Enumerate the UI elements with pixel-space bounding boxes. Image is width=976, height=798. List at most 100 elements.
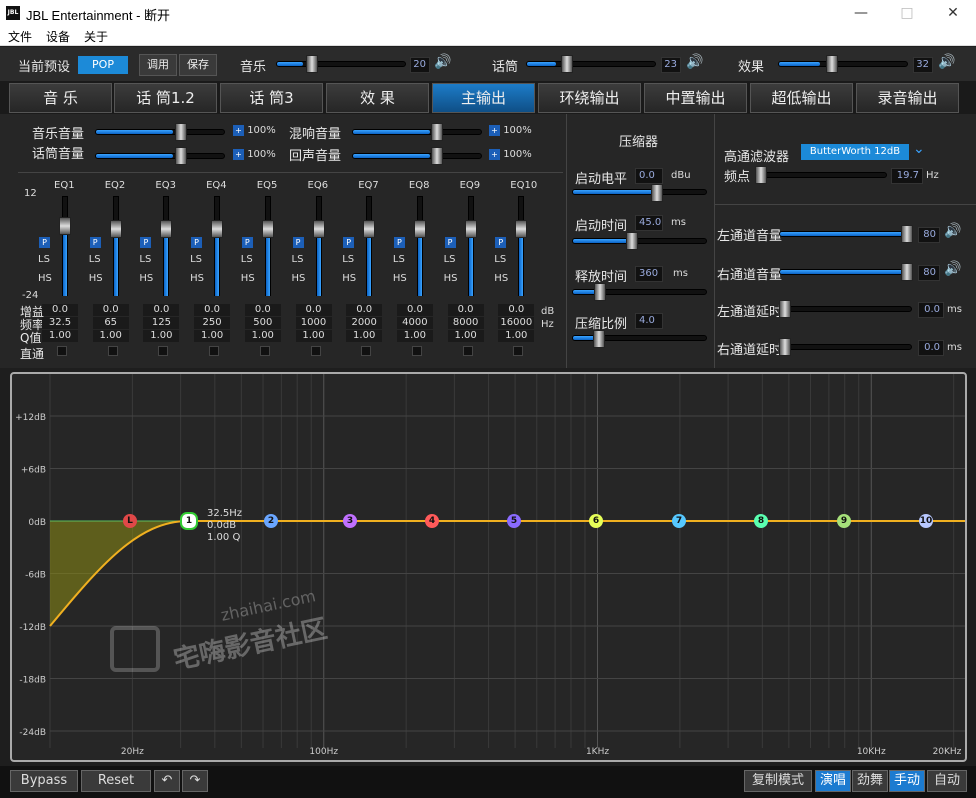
mic-speaker-icon[interactable]: 🔊 (686, 54, 703, 70)
eq-band-direct-checkbox[interactable] (361, 346, 372, 356)
eq-band-gain[interactable]: 0.0 (295, 304, 332, 316)
eq-band-gain[interactable]: 0.0 (346, 304, 383, 316)
left-volume-slider[interactable] (779, 231, 912, 237)
eq-band-ls-button[interactable]: LS (393, 254, 405, 265)
eq-band-direct-checkbox[interactable] (209, 346, 220, 356)
eq-band-hs-button[interactable]: HS (190, 273, 204, 284)
eq-band-freq[interactable]: 32.5 (42, 317, 78, 329)
eq-band-hs-button[interactable]: HS (393, 273, 407, 284)
eq-band-gain[interactable]: 0.0 (447, 304, 484, 316)
eq-band-ls-button[interactable]: LS (494, 254, 506, 265)
eq-band-peak-button[interactable]: P (393, 237, 405, 248)
eq-band-q[interactable]: 1.00 (295, 330, 332, 342)
highpass-freq-knob[interactable] (755, 166, 767, 184)
left-speaker-icon[interactable]: 🔊 (944, 223, 961, 239)
copy-mode-button[interactable]: 复制模式 (744, 770, 812, 792)
bypass-button[interactable]: Bypass (10, 770, 78, 792)
eq-node[interactable]: 6 (589, 514, 603, 528)
eq-band-gain[interactable]: 0.0 (143, 304, 180, 316)
attack-value[interactable]: 45.0 (635, 215, 663, 231)
eq-band-knob[interactable] (413, 220, 426, 238)
eq-band-peak-button[interactable]: P (292, 237, 304, 248)
eq-band-ls-button[interactable]: LS (190, 254, 202, 265)
music-speaker-icon[interactable]: 🔊 (434, 54, 451, 70)
eq-band-peak-button[interactable]: P (241, 237, 253, 248)
tab-4[interactable]: 主输出 (432, 83, 535, 113)
mode-button-2[interactable]: 手动 (889, 770, 925, 792)
eq-band-knob[interactable] (109, 220, 122, 238)
eq-band-direct-checkbox[interactable] (310, 346, 321, 356)
eq-band-freq[interactable]: 500 (244, 317, 281, 329)
eq-band-peak-button[interactable]: P (39, 237, 50, 248)
eq-band-knob[interactable] (160, 220, 173, 238)
eq-band-gain[interactable]: 0.0 (92, 304, 129, 316)
eq-band-peak-button[interactable]: P (444, 237, 456, 248)
eq-node[interactable]: 8 (754, 514, 768, 528)
tab-0[interactable]: 音 乐 (9, 83, 112, 113)
eq-band-hs-button[interactable]: HS (38, 273, 52, 284)
eq-band-peak-button[interactable]: P (89, 237, 101, 248)
eq-band-direct-checkbox[interactable] (57, 346, 67, 356)
eq-band-ls-button[interactable]: LS (38, 254, 50, 265)
mic-volume-knob[interactable] (175, 147, 187, 165)
eq-node[interactable]: 2 (264, 514, 278, 528)
minimize-button[interactable]: — (838, 2, 884, 24)
eq-band-hs-button[interactable]: HS (292, 273, 306, 284)
eq-band-knob[interactable] (261, 220, 274, 238)
close-button[interactable]: ✕ (930, 2, 976, 24)
attack-slider[interactable] (572, 238, 707, 244)
release-value[interactable]: 360 (635, 266, 663, 282)
eq-curve-graph[interactable]: +12dB +6dB 0dB -6dB -12dB -18dB -24dB 20Hz 100H… (10, 372, 967, 762)
echo-volume-slider[interactable] (352, 153, 482, 159)
menu-file[interactable]: 文件 (8, 28, 32, 45)
eq-band-hs-button[interactable]: HS (89, 273, 103, 284)
mic-volume-slider[interactable] (95, 153, 225, 159)
eq-band-knob[interactable] (363, 220, 376, 238)
release-slider[interactable] (572, 289, 707, 295)
eq-band-knob[interactable] (59, 217, 71, 235)
eq-band-q[interactable]: 1.00 (447, 330, 484, 342)
right-speaker-icon[interactable]: 🔊 (944, 261, 961, 277)
eq-curve-canvas[interactable]: +12dB +6dB 0dB -6dB -12dB -18dB -24dB 20Hz 100H… (12, 374, 965, 760)
eq-band-freq[interactable]: 250 (194, 317, 231, 329)
eq-band-hs-button[interactable]: HS (444, 273, 458, 284)
tab-3[interactable]: 效 果 (326, 83, 429, 113)
eq-node[interactable]: 7 (672, 514, 686, 528)
eq-band-peak-button[interactable]: P (495, 237, 507, 248)
eq-band-ls-button[interactable]: LS (342, 254, 354, 265)
left-delay-slider[interactable] (779, 306, 912, 312)
eq-band-q[interactable]: 1.00 (396, 330, 433, 342)
right-volume-slider[interactable] (779, 269, 912, 275)
eq-band-q[interactable]: 1.00 (498, 330, 535, 342)
eq-band-gain[interactable]: 0.0 (42, 304, 78, 316)
eq-band-gain[interactable]: 0.0 (396, 304, 433, 316)
eq-node[interactable]: L (123, 514, 137, 528)
reset-button[interactable]: Reset (81, 770, 151, 792)
ratio-value[interactable]: 4.0 (635, 313, 663, 329)
eq-band-gain[interactable]: 0.0 (498, 304, 535, 316)
eq-band-hs-button[interactable]: HS (241, 273, 255, 284)
eq-band-freq[interactable]: 4000 (396, 317, 433, 329)
eq-band-ls-button[interactable]: LS (292, 254, 304, 265)
eq-band-freq[interactable]: 2000 (346, 317, 383, 329)
preset-value[interactable]: POP (78, 56, 128, 74)
tab-6[interactable]: 中置输出 (644, 83, 747, 113)
recall-button[interactable]: 调用 (139, 54, 177, 76)
eq-node[interactable]: 3 (343, 514, 357, 528)
eq-band-knob[interactable] (464, 220, 477, 238)
release-knob[interactable] (594, 283, 606, 301)
highpass-type-select[interactable]: ButterWorth 12dB (801, 144, 909, 160)
eq-band-direct-checkbox[interactable] (259, 346, 270, 356)
eq-band-knob[interactable] (211, 220, 224, 238)
menu-about[interactable]: 关于 (84, 28, 108, 45)
left-delay-knob[interactable] (779, 300, 791, 318)
eq-band-q[interactable]: 1.00 (244, 330, 281, 342)
tab-2[interactable]: 话 筒3 (220, 83, 323, 113)
mode-button-3[interactable]: 自动 (927, 770, 967, 792)
music-level-knob[interactable] (306, 55, 318, 73)
eq-band-q[interactable]: 1.00 (42, 330, 78, 342)
mode-button-1[interactable]: 劲舞 (852, 770, 888, 792)
mic-level-knob[interactable] (561, 55, 573, 73)
eq-band-direct-checkbox[interactable] (411, 346, 422, 356)
eq-band-q[interactable]: 1.00 (92, 330, 129, 342)
